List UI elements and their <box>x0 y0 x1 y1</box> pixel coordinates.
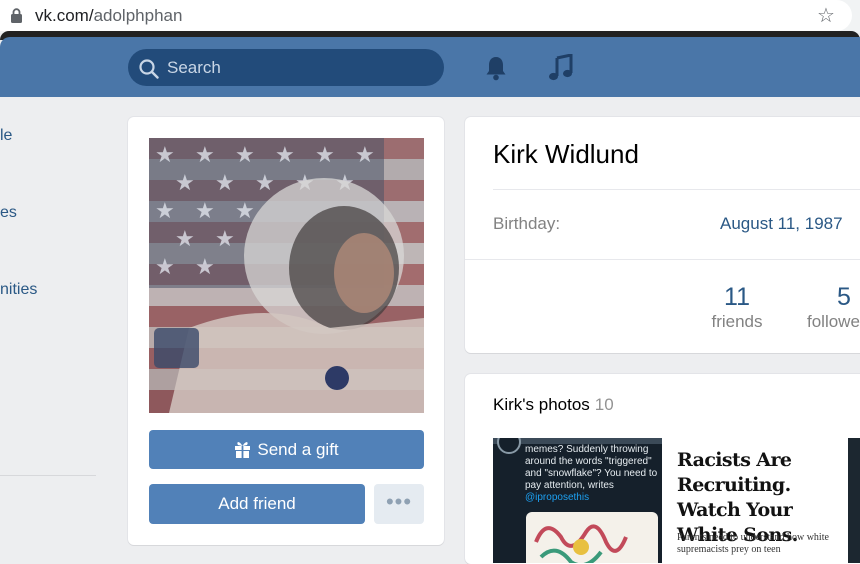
sidebar-divider <box>0 475 96 476</box>
photos-card: Kirk's photos 10 memes? Suddenly throwing… <box>465 374 860 564</box>
divider <box>465 259 860 260</box>
friends-count: 11 <box>724 283 750 311</box>
gift-icon <box>235 442 251 458</box>
site-header: Search <box>0 37 860 97</box>
send-gift-button[interactable]: Send a gift <box>149 430 424 469</box>
friends-label: friends <box>711 312 763 331</box>
svg-text:★: ★ <box>155 199 175 224</box>
sidebar-item-communities[interactable]: nities <box>0 281 37 299</box>
svg-text:★: ★ <box>215 227 235 252</box>
profile-info-card: Kirk Widlund Birthday: August 11, 1987 1… <box>465 117 860 353</box>
add-friend-button[interactable]: Add friend <box>149 484 365 524</box>
address-box[interactable]: vk.com/adolphphan ☆ <box>0 0 852 31</box>
tweet-image <box>526 512 658 563</box>
search-placeholder: Search <box>167 58 221 77</box>
sidebar-item-messages[interactable]: es <box>0 204 17 222</box>
svg-text:★: ★ <box>195 143 215 168</box>
svg-text:★: ★ <box>355 143 375 168</box>
photos-header[interactable]: Kirk's photos 10 <box>493 395 614 415</box>
photo-thumbnail[interactable] <box>848 438 860 563</box>
birthday-label: Birthday: <box>493 214 561 233</box>
left-sidebar: le es nities <box>0 97 100 552</box>
tweet-text: memes? Suddenly throwing around the word… <box>525 444 658 503</box>
svg-text:★: ★ <box>255 171 275 196</box>
photo-thumbnail[interactable]: Racists Are Recruiting. Watch Your White… <box>665 438 845 563</box>
followers-label: followe <box>807 312 860 331</box>
profile-avatar-card: ★★★★★★ ★★★★★ ★★★ ★★ ★★ Send a gift Add f… <box>128 117 444 545</box>
photos-title: Kirk's photos <box>493 395 590 414</box>
svg-text:★: ★ <box>315 143 335 168</box>
search-icon <box>139 59 159 79</box>
birthday-value[interactable]: August 11, 1987 <box>720 214 843 234</box>
article-subtitle: Parents need to understand how white sup… <box>677 532 829 555</box>
star-icon[interactable]: ☆ <box>817 3 835 28</box>
sidebar-item-profile[interactable]: le <box>0 127 12 145</box>
send-gift-label: Send a gift <box>257 440 339 459</box>
svg-text:★: ★ <box>195 255 215 280</box>
svg-text:★: ★ <box>215 171 235 196</box>
svg-text:★: ★ <box>275 143 295 168</box>
divider <box>493 189 860 190</box>
browser-url-bar: vk.com/adolphphan ☆ <box>0 0 860 33</box>
photo-thumbnail[interactable]: memes? Suddenly throwing around the word… <box>493 438 662 563</box>
svg-text:★: ★ <box>155 143 175 168</box>
profile-name: Kirk Widlund <box>493 139 639 169</box>
svg-text:★: ★ <box>175 227 195 252</box>
followers-count: 5 <box>837 283 851 311</box>
photos-count: 10 <box>594 395 614 414</box>
svg-text:★: ★ <box>155 255 175 280</box>
friends-counter[interactable]: 11 friends <box>701 283 773 333</box>
music-icon[interactable] <box>548 54 574 82</box>
search-input[interactable]: Search <box>128 49 444 86</box>
avatar <box>497 438 521 454</box>
svg-text:★: ★ <box>235 199 255 224</box>
lock-icon <box>11 8 22 23</box>
svg-text:★: ★ <box>175 171 195 196</box>
svg-text:★: ★ <box>195 199 215 224</box>
bell-icon[interactable] <box>484 55 508 81</box>
svg-text:★: ★ <box>235 143 255 168</box>
followers-counter[interactable]: 5 followe <box>807 283 860 333</box>
address-url[interactable]: vk.com/adolphphan <box>35 6 182 26</box>
more-actions-button[interactable]: ••• <box>374 484 424 524</box>
avatar[interactable]: ★★★★★★ ★★★★★ ★★★ ★★ ★★ <box>149 138 424 413</box>
